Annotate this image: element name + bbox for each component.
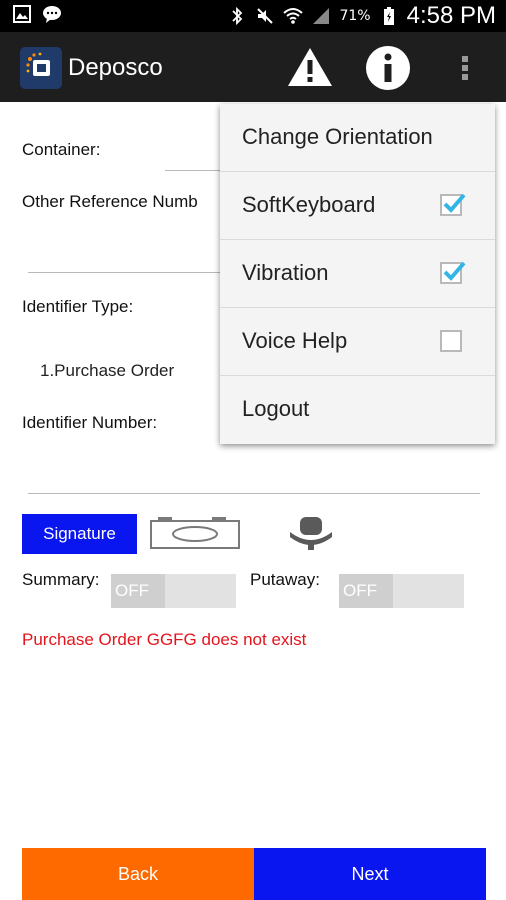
voice-help-checkbox[interactable]: [440, 330, 462, 352]
other-reference-input[interactable]: [28, 272, 223, 273]
menu-item-label: Voice Help: [242, 328, 348, 353]
menu-item-change-orientation[interactable]: Change Orientation: [220, 104, 495, 172]
putaway-toggle-state: OFF: [339, 574, 393, 608]
container-label: Container:: [22, 140, 101, 159]
microphone-icon[interactable]: [286, 516, 336, 552]
status-right: 71% 4:58 PM: [227, 0, 496, 32]
overflow-menu-icon[interactable]: [450, 44, 480, 92]
error-message: Purchase Order GGFG does not exist: [22, 630, 307, 649]
other-reference-label: Other Reference Numb: [22, 192, 198, 211]
menu-item-voice-help[interactable]: Voice Help: [220, 308, 495, 376]
identifier-number-input[interactable]: [28, 493, 480, 494]
info-icon[interactable]: [364, 44, 412, 92]
menu-item-label: Vibration: [242, 260, 329, 285]
battery-percent: 71%: [339, 8, 371, 24]
identifier-type-select[interactable]: 1.Purchase Order: [40, 361, 174, 381]
checkmark-icon: [443, 261, 466, 281]
checkmark-icon: [443, 193, 466, 213]
signature-button[interactable]: Signature: [22, 514, 137, 554]
menu-item-label: Change Orientation: [242, 124, 433, 149]
summary-label: Summary:: [22, 570, 100, 589]
next-button[interactable]: Next: [254, 848, 486, 900]
status-bar: 71% 4:58 PM: [0, 0, 506, 32]
clock: 4:58 PM: [406, 2, 496, 29]
bluetooth-icon: [232, 6, 243, 26]
battery-icon: [383, 7, 394, 25]
menu-item-vibration[interactable]: Vibration: [220, 240, 495, 308]
app-title: Deposco: [68, 54, 163, 81]
putaway-label: Putaway:: [250, 570, 320, 589]
chat-icon: [43, 6, 61, 23]
summary-toggle-state: OFF: [111, 574, 165, 608]
overflow-menu: Change Orientation SoftKeyboard Vibratio…: [220, 104, 495, 444]
summary-toggle[interactable]: OFF: [111, 574, 236, 608]
vibration-checkbox[interactable]: [440, 261, 466, 284]
deposco-logo-icon: [26, 52, 50, 76]
menu-item-label: SoftKeyboard: [242, 192, 376, 217]
container-input[interactable]: [165, 170, 225, 171]
back-button[interactable]: Back: [22, 848, 254, 900]
signal-icon: [313, 8, 330, 24]
camera-icon[interactable]: [150, 516, 240, 550]
softkeyboard-checkbox[interactable]: [440, 193, 466, 216]
mute-icon: [257, 8, 274, 24]
notification-icons: [12, 4, 62, 24]
wifi-icon: [283, 8, 304, 24]
warning-icon[interactable]: [286, 44, 334, 92]
identifier-type-label: Identifier Type:: [22, 297, 134, 316]
menu-item-softkeyboard[interactable]: SoftKeyboard: [220, 172, 495, 240]
app-logo: [20, 47, 62, 89]
menu-item-logout[interactable]: Logout: [220, 376, 495, 444]
menu-item-label: Logout: [242, 396, 310, 421]
putaway-toggle[interactable]: OFF: [339, 574, 464, 608]
gallery-icon: [13, 5, 31, 23]
action-bar: Deposco: [0, 32, 506, 102]
identifier-number-label: Identifier Number:: [22, 413, 158, 432]
